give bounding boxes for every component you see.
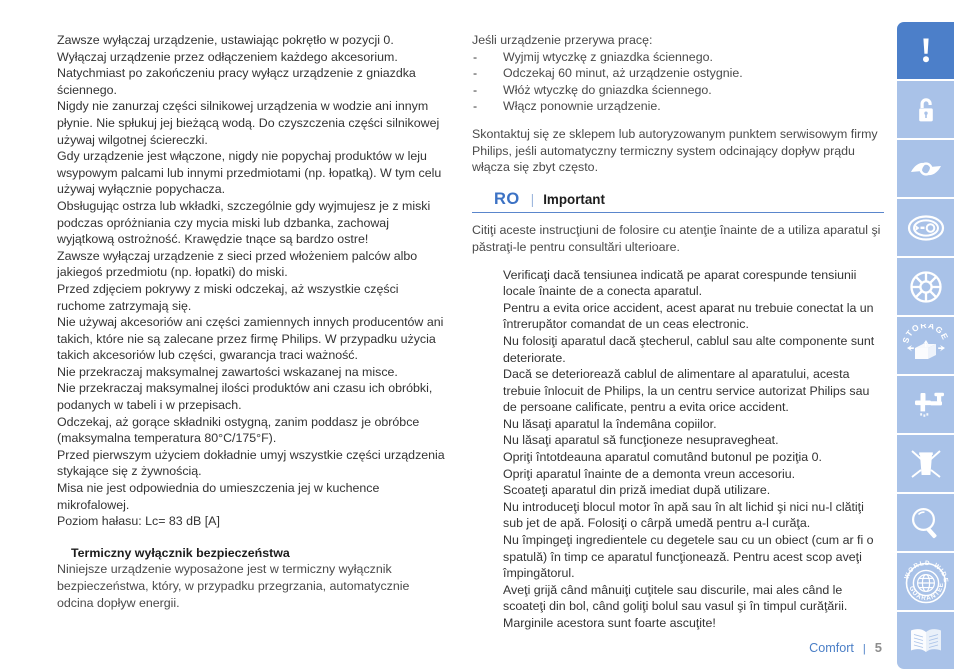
list-item: Opriţi întotdeauna aparatul comutând but… <box>503 450 822 465</box>
list-item: Nu împingeţi ingredientele cu degetele s… <box>503 533 874 581</box>
list-item: - Włóż wtyczkę do gniazdka ściennego. <box>472 82 884 99</box>
footer-brand: Comfort <box>809 641 854 655</box>
blade-icon <box>906 151 946 187</box>
guarantee-top-label: WORLD-WIDE <box>903 559 948 583</box>
list-item: Pentru a evita orice accident, acest apa… <box>503 300 874 332</box>
list-item: - Włącz ponownie urządzenie. <box>472 98 884 115</box>
list-item: Nie przekraczaj maksymalnej zawartości w… <box>57 364 398 379</box>
page-number: 5 <box>874 640 882 655</box>
list-item-label: Odczekaj 60 minut, aż urządzenie ostygni… <box>503 66 743 81</box>
ro-intro: Citiţi aceste instrucţiuni de folosire c… <box>472 223 881 254</box>
sidebar-item-blade[interactable] <box>897 140 954 197</box>
list-item: Verificaţi dacă tensiunea indicată pe ap… <box>503 267 857 299</box>
thermal-cutout-body: Niniejsze urządzenie wyposażone jest w t… <box>57 562 410 610</box>
magnifier-icon <box>906 504 946 542</box>
list-item: Nu lăsaţi aparatul la îndemâna copiilor. <box>503 416 717 431</box>
fan-blade-icon <box>906 268 946 306</box>
list-item: - Wyjmij wtyczkę z gniazdka ściennego. <box>472 49 884 66</box>
thermal-cutout-heading: Termiczny wyłącznik bezpieczeństwa <box>71 545 290 560</box>
list-item-label: Włącz ponownie urządzenie. <box>503 99 661 114</box>
sidebar-item-fan-blade[interactable] <box>897 258 954 315</box>
list-item-label: Włóż wtyczkę do gniazdka ściennego. <box>503 82 712 97</box>
sidebar-item-important[interactable] <box>897 22 954 79</box>
left-text-column: Zawsze wyłączaj urządzenie, ustawiając p… <box>57 32 447 611</box>
worldwide-guarantee-icon: WORLD-WIDE GUARANTEE <box>901 558 951 606</box>
storage-box-icon: STORAGE <box>902 324 950 368</box>
unlock-icon <box>908 92 944 128</box>
section-language-code: RO <box>494 189 520 208</box>
page: Zawsze wyłączaj urządzenie, ustawiając p… <box>0 0 954 672</box>
list-item: Zawsze wyłączaj urządzenie, ustawiając p… <box>57 33 394 47</box>
faucet-icon <box>906 387 946 423</box>
chapter-icon-sidebar: STORAGE <box>897 22 954 669</box>
ro-instruction-list: Verificaţi dacă tensiunea indicată pe ap… <box>472 267 884 632</box>
page-footer: Comfort | 5 <box>809 640 882 655</box>
section-separator: | <box>530 190 535 207</box>
list-item: Opriţi aparatul înainte de a demonta vre… <box>503 466 796 481</box>
no-waste-bin-icon <box>906 445 946 483</box>
sidebar-item-cleaning[interactable] <box>897 376 954 433</box>
list-item: Obsługując ostrza lub wkładki, szczególn… <box>57 198 431 247</box>
list-item: Dacă se deteriorează cablul de alimentar… <box>503 367 870 415</box>
list-item: Przed pierwszym użyciem dokładnie umyj w… <box>57 447 445 479</box>
list-item: Gdy urządzenie jest włączone, nigdy nie … <box>57 149 442 197</box>
list-item: Przed zdjęciem pokrywy z miski odczekaj,… <box>57 281 399 313</box>
contact-note: Skontaktuj się ze sklepem lub autoryzowa… <box>472 126 878 175</box>
section-divider <box>472 212 884 214</box>
sidebar-item-unlock[interactable] <box>897 81 954 138</box>
list-item: Nie używaj akcesoriów ani części zamienn… <box>57 315 444 363</box>
sidebar-item-troubleshooting[interactable] <box>897 494 954 551</box>
dash-bullet: - <box>473 49 478 64</box>
list-item: Natychmiast po zakończeniu pracy wyłącz … <box>57 66 416 97</box>
exclamation-icon <box>908 33 944 69</box>
section-header-ro: RO | Important <box>472 191 884 209</box>
section-title: Important <box>543 191 605 207</box>
list-item: Nu introduceţi blocul motor în apă sau î… <box>503 499 864 531</box>
list-item: Nigdy nie zanurzaj części silnikowej urz… <box>57 99 440 147</box>
interrupt-steps-list: - Wyjmij wtyczkę z gniazdka ściennego. -… <box>472 49 884 115</box>
list-item-label: Wyjmij wtyczkę z gniazdka ściennego. <box>503 49 713 64</box>
dash-bullet: - <box>473 82 478 97</box>
dash-bullet: - <box>473 99 478 114</box>
dash-bullet: - <box>473 66 478 81</box>
list-item: Misa nie jest odpowiednia do umieszczeni… <box>57 481 380 512</box>
list-item: Nie przekraczaj maksymalnej ilości produ… <box>57 381 433 413</box>
interrupt-intro: Jeśli urządzenie przerywa pracę: <box>472 33 653 47</box>
sidebar-item-manual[interactable] <box>897 612 954 669</box>
sidebar-item-guarantee[interactable]: WORLD-WIDE GUARANTEE <box>897 553 954 610</box>
list-item: Nu folosiţi aparatul dacă ştecherul, cab… <box>503 333 875 365</box>
list-item: Zawsze wyłączaj urządzenie z sieci przed… <box>57 248 418 280</box>
sidebar-item-storage[interactable]: STORAGE <box>897 317 954 374</box>
list-item: - Odczekaj 60 minut, aż urządzenie ostyg… <box>472 65 884 82</box>
list-item: Scoateţi aparatul din priză imediat după… <box>503 483 771 498</box>
svg-text:WORLD-WIDE: WORLD-WIDE <box>903 559 949 583</box>
sidebar-item-disposal[interactable] <box>897 435 954 492</box>
open-book-icon <box>905 623 947 659</box>
list-item: Wyłączaj urządzenie przez odłączeniem ka… <box>57 49 398 64</box>
sidebar-item-disc[interactable] <box>897 199 954 256</box>
list-item: Aveţi grijă când mânuiţi cuţitele sau di… <box>503 582 848 630</box>
disc-icon <box>905 211 947 245</box>
right-text-column: Jeśli urządzenie przerywa pracę: - Wyjmi… <box>472 32 884 632</box>
polish-safety-list: Zawsze wyłączaj urządzenie, ustawiając p… <box>57 32 447 530</box>
list-item: Odczekaj, aż gorące składniki ostygną, z… <box>57 414 420 446</box>
list-item: Nu lăsaţi aparatul să funcţioneze nesupr… <box>503 433 779 448</box>
list-item: Poziom hałasu: Lc= 83 dB [A] <box>57 514 220 529</box>
footer-separator: | <box>862 643 866 655</box>
